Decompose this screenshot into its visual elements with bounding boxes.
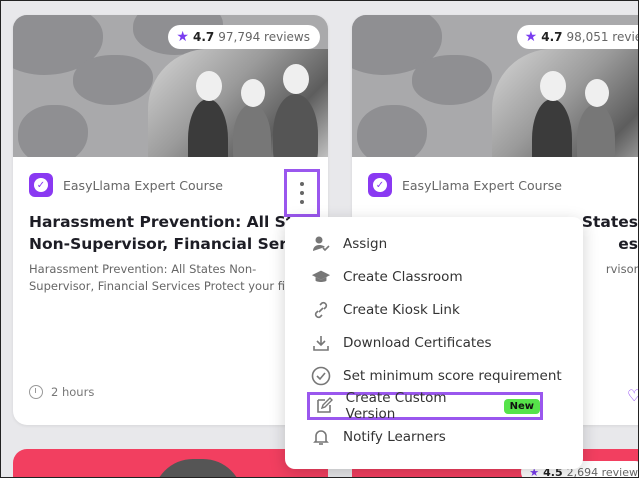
menu-item-download-certificates[interactable]: Download Certificates [285,326,583,359]
menu-item-set-minimum-score[interactable]: Set minimum score requirement [285,359,583,392]
menu-item-label: Assign [343,235,388,252]
provider-label: EasyLlama Expert Course [63,177,223,193]
rating-score: 4.7 [192,30,215,44]
menu-item-notify-learners[interactable]: Notify Learners [285,420,583,453]
course-description: rvisor, [605,262,639,276]
rating-badge: ★ 4.7 98,051 review [516,25,639,49]
menu-item-label: Create Classroom [343,268,463,285]
menu-item-assign[interactable]: Assign [285,227,583,260]
provider-label: EasyLlama Expert Course [402,177,562,193]
duration-label: 2 hours [51,385,95,399]
review-count: 97,794 reviews [218,30,310,44]
course-card[interactable]: ★ 4.7 97,794 reviews ✓ EasyLlama Expert … [13,15,328,425]
course-actions-menu: Assign Create Classroom Create Kiosk Lin… [285,217,583,469]
course-title[interactable]: Harassment Prevention: All States Non-Su… [29,211,328,255]
course-title-line2: Non-Supervisor, Financial Services [29,235,328,253]
assign-user-icon [311,234,331,254]
course-provider: ✓ EasyLlama Expert Course [29,173,223,197]
rating-score: 4.7 [541,30,563,44]
verified-badge-icon: ✓ [29,173,53,197]
course-provider: ✓ EasyLlama Expert Course [368,173,562,197]
graduation-cap-icon [311,267,331,287]
menu-item-label: Create Kiosk Link [343,301,460,318]
course-card-bottom[interactable] [13,449,328,477]
dot-icon [300,191,304,195]
review-count: 98,051 review [566,30,639,44]
course-description: Harassment Prevention: All States Non-Su… [29,262,296,293]
download-icon [311,333,331,353]
edit-icon [314,396,334,416]
dot-icon [300,200,304,204]
link-icon [311,300,331,320]
course-image: ★ 4.7 98,051 review [352,15,639,157]
menu-item-create-custom-version[interactable]: Create Custom Version New [307,390,543,422]
course-title-line1: States [581,213,638,231]
new-badge: New [503,398,540,414]
more-options-button[interactable] [284,169,320,217]
dot-icon [300,182,304,186]
course-title[interactable]: States es [578,211,638,255]
clock-icon [29,385,43,399]
check-circle-icon [311,366,331,386]
menu-item-label: Set minimum score requirement [343,367,562,384]
menu-item-label: Download Certificates [343,334,492,351]
course-title-line2: es [618,235,638,253]
star-icon: ★ [524,29,538,45]
app-frame: ★ 4.7 97,794 reviews ✓ EasyLlama Expert … [0,0,639,478]
menu-item-create-classroom[interactable]: Create Classroom [285,260,583,293]
course-image: ★ 4.7 97,794 reviews [13,15,328,157]
verified-badge-icon: ✓ [368,173,392,197]
course-duration: 2 hours [29,385,94,399]
favorite-heart-icon[interactable]: ♡ [627,386,638,405]
star-icon: ★ [176,29,189,45]
rating-badge: ★ 4.7 97,794 reviews [168,25,320,49]
menu-item-create-kiosk-link[interactable]: Create Kiosk Link [285,293,583,326]
menu-item-label: Notify Learners [343,428,446,445]
bell-icon [311,427,331,447]
menu-item-label: Create Custom Version [345,390,447,422]
